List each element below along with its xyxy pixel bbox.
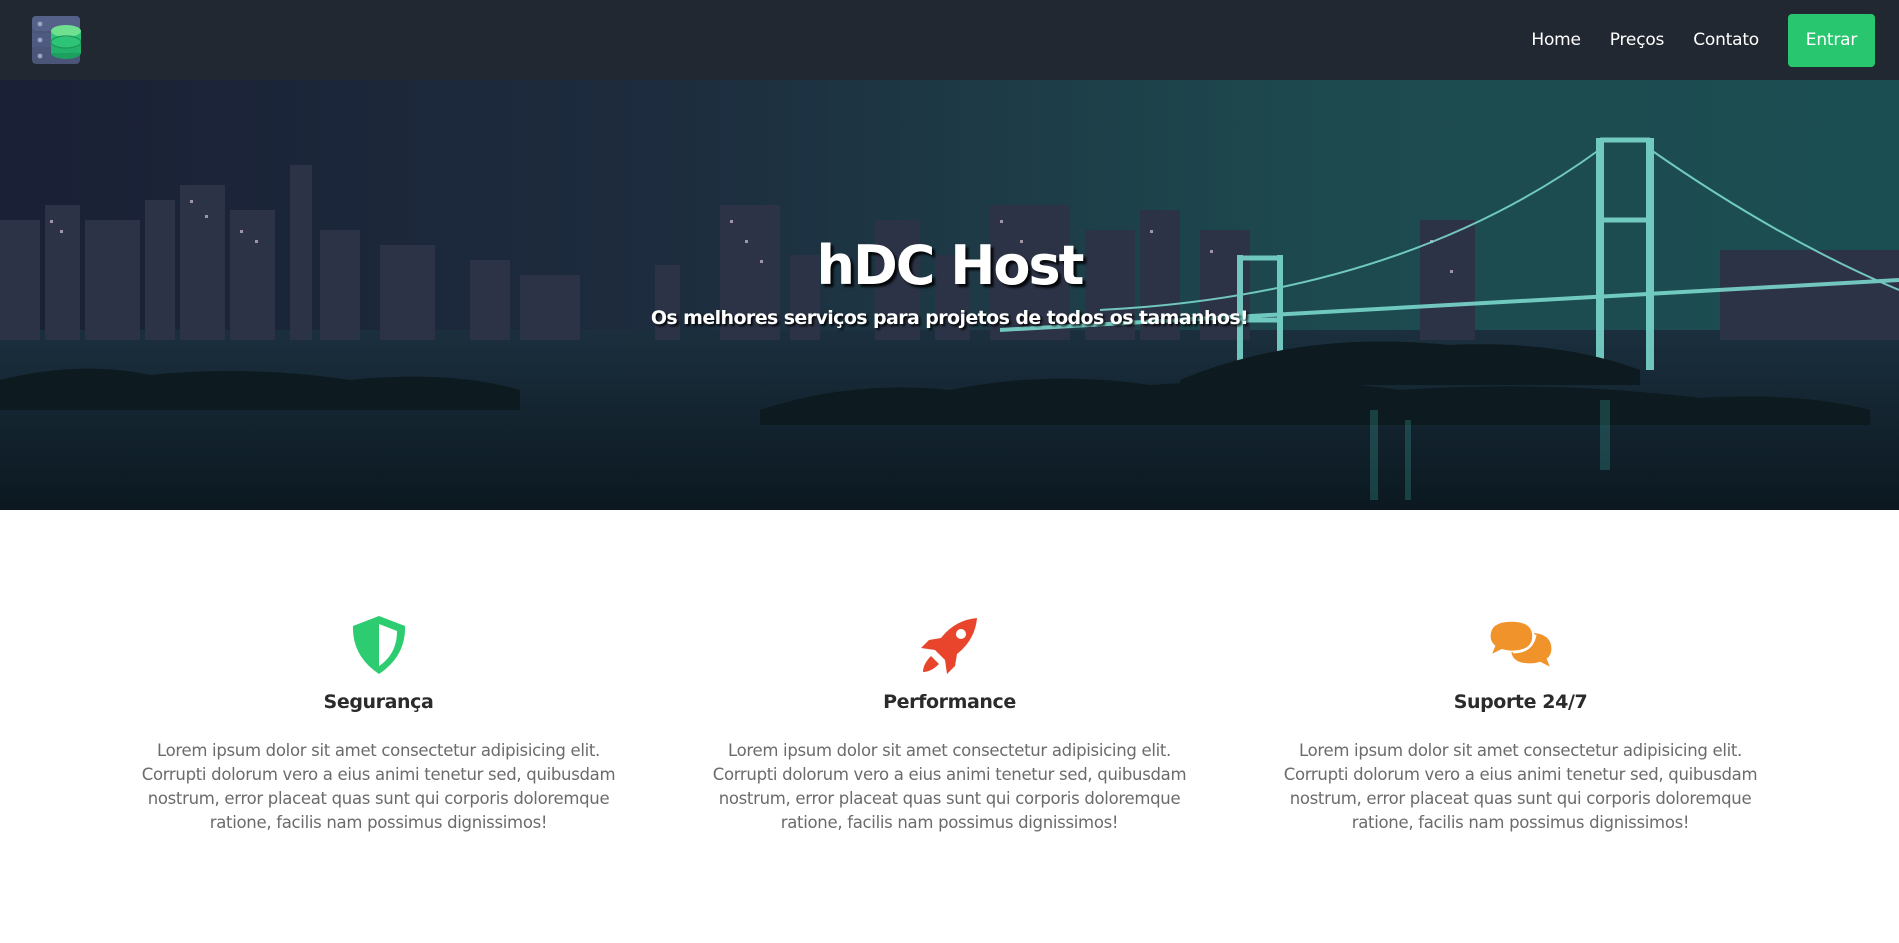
- nav-link-home[interactable]: Home: [1531, 30, 1581, 50]
- shield-icon: [347, 613, 411, 677]
- feature-text: Lorem ipsum dolor sit amet consectetur a…: [712, 741, 1187, 832]
- feature-text: Lorem ipsum dolor sit amet consectetur a…: [141, 741, 616, 832]
- navbar: Home Preços Contato Entrar: [0, 0, 1899, 80]
- feature-title: Segurança: [323, 691, 434, 713]
- rocket-icon: [918, 613, 982, 677]
- hero-banner: hDC Host Os melhores serviços para proje…: [0, 80, 1899, 510]
- feature-card-suporte: Suporte 24/7 Lorem ipsum dolor sit amet …: [1266, 613, 1776, 943]
- nav-links: Home Preços Contato Entrar: [1531, 13, 1875, 67]
- nav-link-precos[interactable]: Preços: [1610, 30, 1665, 50]
- feature-card-performance: Performance Lorem ipsum dolor sit amet c…: [695, 613, 1205, 943]
- hero-title: hDC Host: [816, 233, 1085, 297]
- feature-title: Performance: [883, 691, 1016, 713]
- nav-link-contato[interactable]: Contato: [1693, 30, 1759, 50]
- feature-card-seguranca: Segurança Lorem ipsum dolor sit amet con…: [124, 613, 634, 943]
- hero-subtitle: Os melhores serviços para projetos de to…: [650, 306, 1249, 329]
- login-button[interactable]: Entrar: [1788, 13, 1875, 67]
- chat-bubbles-icon: [1489, 613, 1553, 677]
- server-database-icon[interactable]: [31, 15, 81, 65]
- features-section: Segurança Lorem ipsum dolor sit amet con…: [0, 510, 1899, 943]
- feature-title: Suporte 24/7: [1453, 691, 1588, 713]
- hero-content: hDC Host Os melhores serviços para proje…: [0, 80, 1899, 510]
- feature-text: Lorem ipsum dolor sit amet consectetur a…: [1283, 741, 1758, 832]
